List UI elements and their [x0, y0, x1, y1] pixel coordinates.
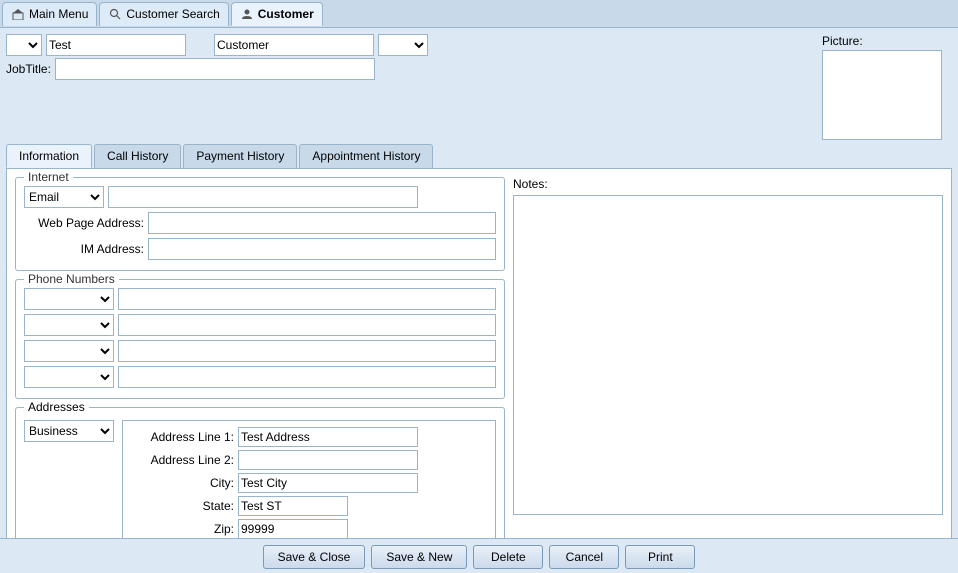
- addr-line1-row: Address Line 1:: [129, 427, 489, 447]
- internet-legend: Internet: [24, 170, 73, 184]
- picture-label: Picture:: [822, 34, 863, 48]
- picture-area: Picture:: [822, 34, 952, 140]
- phone-type-3[interactable]: [24, 340, 114, 362]
- picture-box: [822, 50, 942, 140]
- person-icon: [240, 7, 254, 21]
- address-type-select[interactable]: BusinessHomeOther: [24, 420, 114, 442]
- im-address-label: IM Address:: [24, 242, 144, 256]
- address-inner: BusinessHomeOther Address Line 1: Addres…: [24, 420, 496, 538]
- title-bar: Main Menu Customer Search Customer: [0, 0, 958, 28]
- internet-section: Internet EmailWork EmailHome Email Web P…: [15, 177, 505, 271]
- inner-tabs: Information Call History Payment History…: [6, 144, 952, 168]
- addr-state-input[interactable]: [238, 496, 348, 516]
- web-page-input[interactable]: [148, 212, 496, 234]
- addr-zip-label: Zip:: [129, 522, 234, 536]
- tab-customer-label: Customer: [258, 7, 314, 21]
- email-row: EmailWork EmailHome Email: [24, 186, 496, 208]
- save-close-button[interactable]: Save & Close: [263, 545, 366, 569]
- tab-payment-history-label: Payment History: [196, 149, 284, 163]
- tab-appointment-history[interactable]: Appointment History: [299, 144, 433, 168]
- addr-line1-input[interactable]: [238, 427, 418, 447]
- addr-city-label: City:: [129, 476, 234, 490]
- tab-information[interactable]: Information: [6, 144, 92, 168]
- tab-customer[interactable]: Customer: [231, 2, 323, 26]
- im-address-input[interactable]: [148, 238, 496, 260]
- search-icon: [108, 7, 122, 21]
- job-title-input[interactable]: [55, 58, 375, 80]
- phone-input-1[interactable]: [118, 288, 496, 310]
- im-address-row: IM Address:: [24, 238, 496, 260]
- addresses-legend: Addresses: [24, 400, 89, 414]
- phone-row-2: [24, 314, 496, 336]
- suffix-select[interactable]: Jr.Sr.IIIII: [378, 34, 428, 56]
- addr-city-row: City:: [129, 473, 489, 493]
- job-title-row: JobTitle:: [6, 58, 816, 80]
- addr-state-label: State:: [129, 499, 234, 513]
- top-section: Mr.Mrs.Ms.Dr. Jr.Sr.IIIII JobTitle:: [6, 34, 952, 140]
- web-page-row: Web Page Address:: [24, 212, 496, 234]
- job-title-label: JobTitle:: [6, 62, 51, 76]
- addr-line2-label: Address Line 2:: [129, 453, 234, 467]
- phone-type-2[interactable]: [24, 314, 114, 336]
- addr-zip-row: Zip:: [129, 519, 489, 538]
- company-input[interactable]: [214, 34, 374, 56]
- phone-row-4: [24, 366, 496, 388]
- addr-line1-label: Address Line 1:: [129, 430, 234, 444]
- tab-main-menu-label: Main Menu: [29, 7, 88, 21]
- notes-area: Notes:: [513, 177, 943, 538]
- addr-line2-input[interactable]: [238, 450, 418, 470]
- save-new-button[interactable]: Save & New: [371, 545, 467, 569]
- phone-input-3[interactable]: [118, 340, 496, 362]
- print-button[interactable]: Print: [625, 545, 695, 569]
- notes-textarea[interactable]: [513, 195, 943, 515]
- addr-state-row: State:: [129, 496, 489, 516]
- email-input[interactable]: [108, 186, 418, 208]
- phone-numbers-legend: Phone Numbers: [24, 272, 119, 286]
- addr-line2-row: Address Line 2:: [129, 450, 489, 470]
- tab-call-history-label: Call History: [107, 149, 168, 163]
- phone-type-1[interactable]: [24, 288, 114, 310]
- content-area: Mr.Mrs.Ms.Dr. Jr.Sr.IIIII JobTitle:: [0, 28, 958, 538]
- app-wrapper: Main Menu Customer Search Customer Mr.Mr…: [0, 0, 958, 573]
- bottom-buttons: Save & Close Save & New Delete Cancel Pr…: [0, 538, 958, 573]
- tab-content-information: Internet EmailWork EmailHome Email Web P…: [6, 168, 952, 538]
- name-fields-row: Mr.Mrs.Ms.Dr. Jr.Sr.IIIII: [6, 34, 816, 56]
- home-icon: [11, 7, 25, 21]
- tab-payment-history[interactable]: Payment History: [183, 144, 297, 168]
- tab-customer-search[interactable]: Customer Search: [99, 2, 228, 26]
- tab-customer-search-label: Customer Search: [126, 7, 219, 21]
- top-left: Mr.Mrs.Ms.Dr. Jr.Sr.IIIII JobTitle:: [6, 34, 816, 140]
- prefix-select[interactable]: Mr.Mrs.Ms.Dr.: [6, 34, 42, 56]
- first-name-input[interactable]: [46, 34, 186, 56]
- phone-input-4[interactable]: [118, 366, 496, 388]
- tab-main-menu[interactable]: Main Menu: [2, 2, 97, 26]
- address-fields: Address Line 1: Address Line 2: City:: [122, 420, 496, 538]
- notes-label: Notes:: [513, 177, 943, 191]
- tab-call-history[interactable]: Call History: [94, 144, 181, 168]
- phone-row-3: [24, 340, 496, 362]
- phone-input-2[interactable]: [118, 314, 496, 336]
- email-type-select[interactable]: EmailWork EmailHome Email: [24, 186, 104, 208]
- phone-numbers-section: Phone Numbers: [15, 279, 505, 399]
- addr-zip-input[interactable]: [238, 519, 348, 538]
- phone-type-4[interactable]: [24, 366, 114, 388]
- cancel-button[interactable]: Cancel: [549, 545, 619, 569]
- tab-content-left: Internet EmailWork EmailHome Email Web P…: [15, 177, 505, 538]
- tab-appointment-history-label: Appointment History: [312, 149, 420, 163]
- delete-button[interactable]: Delete: [473, 545, 543, 569]
- web-page-label: Web Page Address:: [24, 216, 144, 230]
- addresses-section: Addresses BusinessHomeOther Address Line…: [15, 407, 505, 538]
- tab-information-label: Information: [19, 149, 79, 163]
- phone-row-1: [24, 288, 496, 310]
- addr-city-input[interactable]: [238, 473, 418, 493]
